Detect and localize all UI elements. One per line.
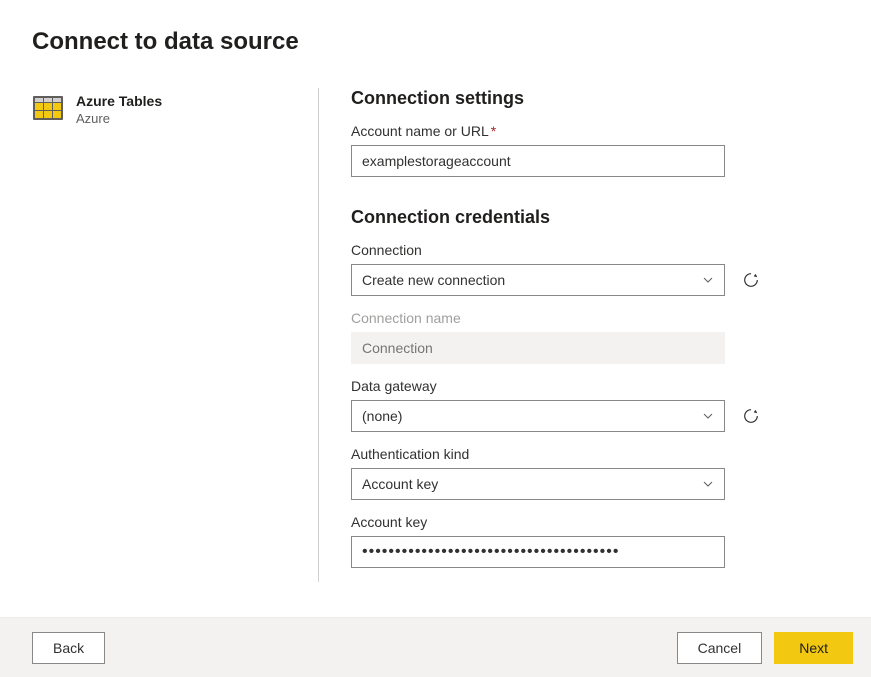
chevron-down-icon <box>702 478 714 490</box>
connection-name-input <box>351 332 725 364</box>
dialog-footer: Back Cancel Next <box>0 617 871 677</box>
azure-tables-icon <box>32 92 64 124</box>
refresh-icon <box>742 407 760 425</box>
data-gateway-select[interactable]: (none) <box>351 400 725 432</box>
connection-select-value: Create new connection <box>362 272 505 288</box>
chevron-down-icon <box>702 410 714 422</box>
refresh-connection-button[interactable] <box>741 270 761 290</box>
account-url-input[interactable] <box>351 145 725 177</box>
account-key-input[interactable]: ••••••••••••••••••••••••••••••••••••••• <box>351 536 725 568</box>
connector-name: Azure Tables <box>76 92 162 110</box>
auth-kind-select[interactable]: Account key <box>351 468 725 500</box>
next-button[interactable]: Next <box>774 632 853 664</box>
auth-kind-value: Account key <box>362 476 438 492</box>
page-title: Connect to data source <box>0 0 871 56</box>
connection-name-label: Connection name <box>351 310 839 326</box>
cancel-button[interactable]: Cancel <box>677 632 763 664</box>
back-button[interactable]: Back <box>32 632 105 664</box>
account-key-label: Account key <box>351 514 839 530</box>
refresh-icon <box>742 271 760 289</box>
chevron-down-icon <box>702 274 714 286</box>
connection-settings-heading: Connection settings <box>351 88 839 109</box>
connection-label: Connection <box>351 242 839 258</box>
vertical-divider <box>318 88 319 582</box>
refresh-gateway-button[interactable] <box>741 406 761 426</box>
data-gateway-label: Data gateway <box>351 378 839 394</box>
connector-summary: Azure Tables Azure <box>32 88 318 582</box>
connector-publisher: Azure <box>76 110 162 128</box>
required-indicator: * <box>491 123 496 139</box>
account-url-label: Account name or URL* <box>351 123 839 139</box>
auth-kind-label: Authentication kind <box>351 446 839 462</box>
connection-credentials-heading: Connection credentials <box>351 207 839 228</box>
data-gateway-value: (none) <box>362 408 402 424</box>
connection-select[interactable]: Create new connection <box>351 264 725 296</box>
